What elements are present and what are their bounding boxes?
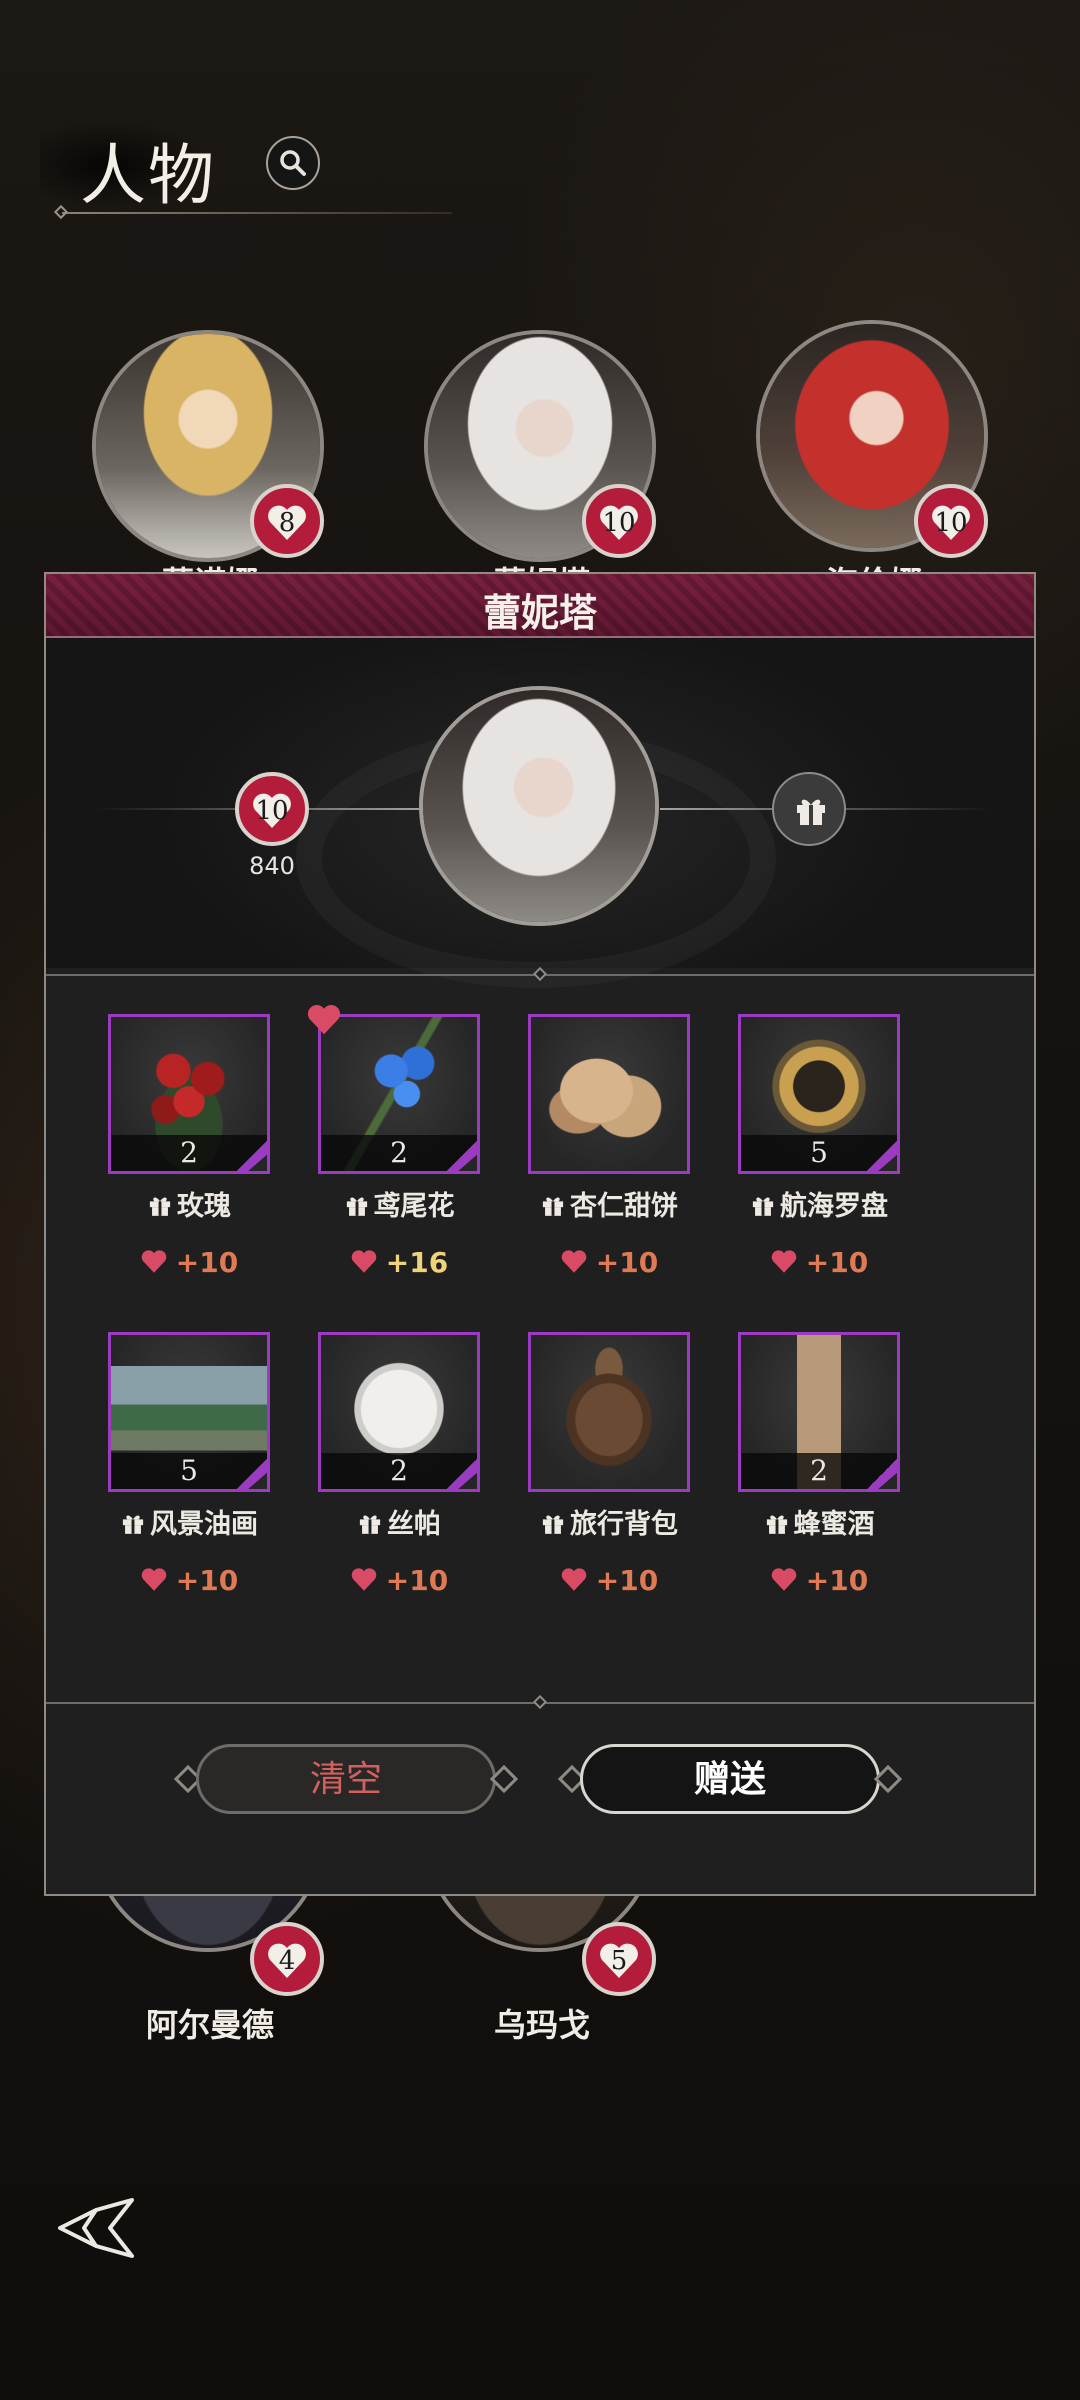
affinity-value-1: 8 bbox=[278, 508, 296, 538]
gift-bonus: +10 bbox=[595, 1246, 659, 1279]
clear-button[interactable]: 清空 bbox=[196, 1744, 496, 1814]
back-button[interactable] bbox=[56, 2196, 140, 2264]
character-name-5: 乌玛戈 bbox=[493, 2006, 590, 2044]
heart-icon bbox=[771, 1250, 797, 1273]
gift-item-slot[interactable] bbox=[528, 1332, 690, 1492]
gift-icon bbox=[122, 1515, 144, 1534]
gift-bonus-row: +10 bbox=[318, 1564, 480, 1597]
gift-quantity: 2 bbox=[180, 1136, 198, 1169]
modal-title-bar: 蕾妮塔 bbox=[46, 574, 1034, 638]
gift-icon bbox=[542, 1515, 564, 1534]
modal-title: 蕾妮塔 bbox=[482, 591, 597, 635]
gift-icon bbox=[149, 1197, 171, 1216]
gift-bonus: +10 bbox=[385, 1564, 449, 1597]
gift-quantity: 2 bbox=[390, 1454, 408, 1487]
affinity-badge-5: 5 bbox=[582, 1922, 656, 1996]
gift-item-slot[interactable]: 2 bbox=[318, 1332, 480, 1492]
gift-quantity: 2 bbox=[390, 1136, 408, 1169]
gift-quantity: 2 bbox=[810, 1454, 828, 1487]
affinity-level-value: 10 bbox=[255, 796, 289, 826]
gift-bonus-row: +10 bbox=[108, 1564, 270, 1597]
gift-item-image bbox=[531, 1335, 687, 1489]
affinity-value-5: 5 bbox=[610, 1946, 628, 1976]
section-divider-bottom bbox=[46, 1694, 1034, 1710]
character-name-4: 阿尔曼德 bbox=[145, 2006, 274, 2044]
gift-name: 丝帕 bbox=[387, 1509, 441, 1540]
gift-item-slot[interactable]: 5 bbox=[108, 1332, 270, 1492]
gift-icon bbox=[766, 1515, 787, 1534]
gift-name-row: 航海罗盘 bbox=[718, 1184, 920, 1223]
gift-name-row: 旅行背包 bbox=[508, 1502, 710, 1541]
gift-name: 杏仁甜饼 bbox=[570, 1191, 678, 1222]
gift-name-row: 蜂蜜酒 bbox=[718, 1502, 920, 1541]
gift-name-row: 鸢尾花 bbox=[298, 1184, 500, 1223]
gift-quantity: 5 bbox=[810, 1136, 828, 1169]
gift-name: 鸢尾花 bbox=[373, 1191, 455, 1222]
gift-bonus: +16 bbox=[385, 1246, 449, 1279]
featured-portrait bbox=[419, 686, 659, 926]
affinity-value-4: 4 bbox=[278, 1946, 296, 1976]
gift-icon bbox=[752, 1197, 774, 1216]
affinity-badge-4: 4 bbox=[250, 1922, 324, 1996]
gift-icon bbox=[542, 1197, 564, 1216]
heart-icon bbox=[351, 1568, 377, 1591]
gift-bonus: +10 bbox=[805, 1246, 869, 1279]
gift-bonus: +10 bbox=[175, 1246, 239, 1279]
favorite-heart-icon bbox=[307, 1005, 341, 1035]
header: 人物 bbox=[0, 100, 460, 220]
gift-bonus-row: +10 bbox=[528, 1246, 690, 1279]
search-button[interactable] bbox=[266, 136, 320, 190]
gift-name: 玫瑰 bbox=[177, 1191, 231, 1222]
back-icon bbox=[58, 2198, 134, 2258]
heart-icon bbox=[771, 1568, 797, 1591]
affinity-points: 840 bbox=[249, 852, 295, 880]
heart-icon bbox=[141, 1568, 167, 1591]
give-button[interactable]: 赠送 bbox=[580, 1744, 880, 1814]
gift-history-button[interactable] bbox=[772, 772, 846, 846]
gift-item-slot[interactable]: 2 bbox=[318, 1014, 480, 1174]
gift-bonus-row: +10 bbox=[738, 1564, 900, 1597]
gift-icon bbox=[359, 1515, 381, 1534]
gift-bonus: +10 bbox=[175, 1564, 239, 1597]
search-icon bbox=[280, 150, 306, 176]
section-divider-top bbox=[46, 966, 1034, 982]
gift-bonus: +10 bbox=[805, 1564, 869, 1597]
gift-quantity: 5 bbox=[180, 1454, 198, 1487]
heart-icon bbox=[351, 1250, 377, 1273]
gift-name: 航海罗盘 bbox=[780, 1191, 888, 1222]
gift-bonus-row: +10 bbox=[528, 1564, 690, 1597]
affinity-level-badge: 10 bbox=[235, 772, 309, 846]
gift-name-row: 丝帕 bbox=[298, 1502, 500, 1541]
affinity-badge-1: 8 bbox=[250, 484, 324, 558]
screen: 人物 8 10 10 蕾诺娜 蕾妮塔 海伦娜 bbox=[0, 0, 1080, 2400]
affinity-badge-3: 10 bbox=[914, 484, 988, 558]
page-title: 人物 bbox=[80, 137, 216, 214]
heart-icon bbox=[561, 1250, 587, 1273]
gift-name-row: 杏仁甜饼 bbox=[508, 1184, 710, 1223]
gift-item-image bbox=[531, 1017, 687, 1171]
affinity-badge-2: 10 bbox=[582, 484, 656, 558]
gift-name: 风景油画 bbox=[150, 1509, 258, 1540]
gift-item-slot[interactable] bbox=[528, 1014, 690, 1174]
gift-item-slot[interactable]: 5 bbox=[738, 1014, 900, 1174]
affinity-value-3: 10 bbox=[934, 508, 968, 538]
gift-bonus-row: +10 bbox=[738, 1246, 900, 1279]
header-underline bbox=[62, 212, 452, 214]
gift-bonus-row: +16 bbox=[318, 1246, 480, 1279]
gift-bonus-row: +10 bbox=[108, 1246, 270, 1279]
gift-item-slot[interactable]: 2 bbox=[108, 1014, 270, 1174]
gift-name: 旅行背包 bbox=[570, 1509, 678, 1540]
gift-item-slot[interactable]: 2 bbox=[738, 1332, 900, 1492]
heart-icon bbox=[561, 1568, 587, 1591]
gift-name: 蜂蜜酒 bbox=[793, 1509, 875, 1540]
gift-icon bbox=[346, 1197, 367, 1216]
gift-name-row: 风景油画 bbox=[88, 1502, 290, 1541]
heart-icon bbox=[141, 1250, 167, 1273]
gift-bonus: +10 bbox=[595, 1564, 659, 1597]
gift-name-row: 玫瑰 bbox=[88, 1184, 290, 1223]
affinity-value-2: 10 bbox=[602, 508, 636, 538]
gift-icon bbox=[797, 799, 825, 825]
